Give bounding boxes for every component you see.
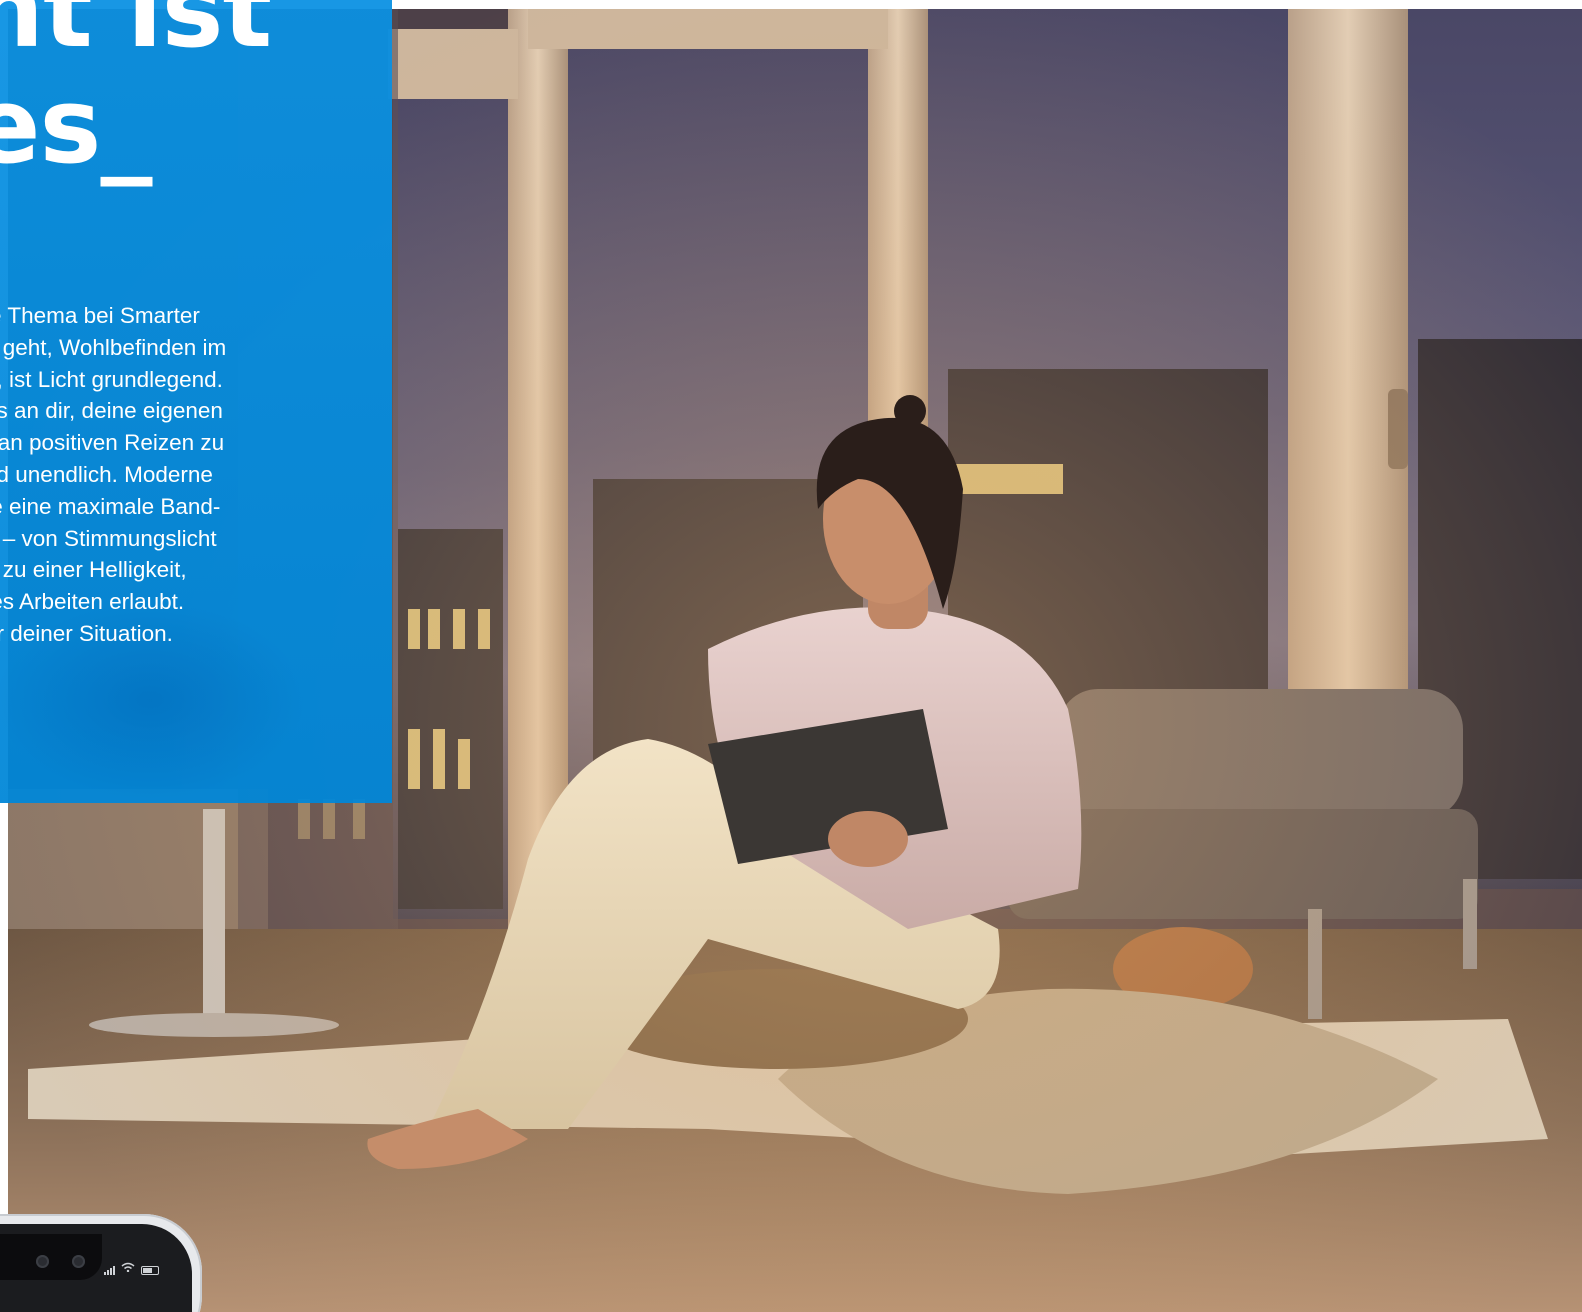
page: ht ist es_ le Thema bei Smarter n geht, … — [0, 0, 1582, 1312]
camera-icon — [36, 1255, 49, 1268]
phone-screen — [0, 1224, 192, 1312]
phone-status-bar — [104, 1262, 159, 1275]
signal-icon — [104, 1266, 115, 1275]
headline-line: ht ist — [0, 0, 272, 71]
body-paragraph: le Thema bei Smarter n geht, Wohlbefinde… — [0, 300, 284, 650]
sensor-icon — [72, 1255, 85, 1268]
body-line: n zu einer Helligkeit, — [0, 557, 187, 583]
battery-icon — [141, 1266, 159, 1275]
body-line: n, ist Licht grundlegend. — [0, 366, 223, 392]
body-line: er deiner Situation. — [0, 620, 173, 646]
intro-text-panel: ht ist es_ le Thema bei Smarter n geht, … — [0, 0, 392, 803]
headline-line: es_ — [0, 65, 152, 187]
body-line: es an dir, deine eigenen — [0, 398, 223, 424]
body-line: tes Arbeiten erlaubt. — [0, 589, 185, 615]
body-line: r an positiven Reizen zu — [0, 430, 225, 456]
body-line: te eine maximale Band- — [0, 493, 221, 519]
body-line: le Thema bei Smarter — [0, 303, 200, 328]
body-line: nd unendlich. Moderne — [0, 461, 213, 487]
body-line: n geht, Wohlbefinden im — [0, 334, 227, 360]
wifi-icon — [121, 1262, 135, 1275]
headline: ht ist es_ — [0, 0, 272, 187]
body-line: n – von Stimmungslicht — [0, 525, 217, 551]
phone-notch — [0, 1234, 102, 1280]
phone-mockup — [0, 1214, 202, 1312]
